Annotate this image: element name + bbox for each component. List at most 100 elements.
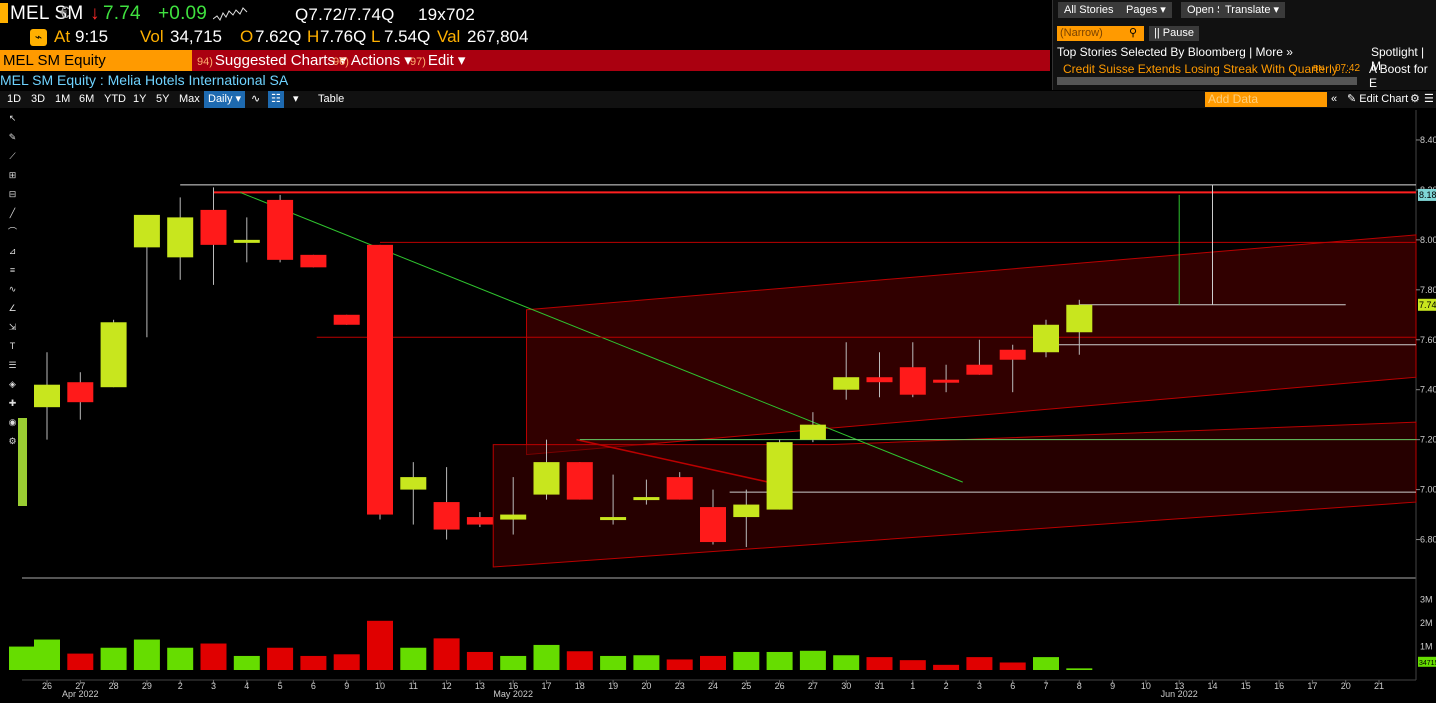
y-tick-label: 7.00 — [1420, 485, 1436, 495]
candle-body — [367, 244, 393, 515]
top-price-badge-label: 8.18 — [1419, 190, 1436, 200]
volume-bar — [133, 639, 160, 670]
month-label: May 2022 — [493, 689, 533, 699]
x-tick-label: 29 — [142, 681, 152, 691]
volume-bar — [666, 659, 693, 670]
candle-body — [1066, 304, 1093, 333]
x-tick-label: 17 — [1307, 681, 1317, 691]
x-tick-label: 26 — [42, 681, 52, 691]
volume-bar — [67, 653, 94, 670]
x-tick-label: 23 — [675, 681, 685, 691]
candle-body — [666, 477, 693, 500]
candle-body — [433, 502, 460, 530]
volume-bar — [200, 643, 227, 670]
x-tick-label: 6 — [1010, 681, 1015, 691]
x-tick-label: 10 — [375, 681, 385, 691]
y-tick-label: 8.00 — [1420, 235, 1436, 245]
price-chart[interactable]: 8.408.208.007.807.607.407.207.006.807.74… — [0, 0, 1436, 703]
x-tick-label: 7 — [1043, 681, 1048, 691]
volume-bar — [733, 651, 760, 670]
volume-bar — [999, 662, 1026, 670]
candle-body — [200, 209, 227, 245]
volume-bar — [766, 651, 793, 670]
y-tick-label: 7.20 — [1420, 435, 1436, 445]
x-tick-label: 31 — [874, 681, 884, 691]
x-tick-label: 20 — [641, 681, 651, 691]
candle-body — [633, 497, 660, 501]
volume-tick-label: 3M — [1420, 595, 1433, 605]
volume-bar — [466, 651, 493, 670]
candle-body — [533, 462, 560, 495]
x-tick-label: 2 — [178, 681, 183, 691]
x-tick-label: 28 — [109, 681, 119, 691]
candle-body — [933, 379, 960, 383]
volume-bar — [566, 651, 593, 670]
candle-body — [733, 504, 760, 518]
y-tick-label: 6.80 — [1420, 535, 1436, 545]
x-tick-label: 30 — [841, 681, 851, 691]
x-tick-label: 24 — [708, 681, 718, 691]
x-tick-label: 6 — [311, 681, 316, 691]
candle-body — [700, 507, 726, 543]
volume-bar — [34, 639, 60, 670]
volume-bar — [100, 647, 127, 670]
x-tick-label: 3 — [211, 681, 216, 691]
volume-bar — [966, 657, 993, 670]
y-tick-label: 7.80 — [1420, 285, 1436, 295]
x-tick-label: 4 — [244, 681, 249, 691]
volume-bar — [233, 655, 260, 670]
x-tick-label: 9 — [1110, 681, 1115, 691]
volume-bar — [333, 654, 360, 670]
candle-body — [100, 322, 127, 388]
month-label: Jun 2022 — [1161, 689, 1198, 699]
volume-last-label: 34715 — [1419, 660, 1436, 667]
x-tick-label: 9 — [344, 681, 349, 691]
volume-bar — [700, 655, 726, 670]
candle-body — [300, 254, 327, 268]
candle-body — [233, 239, 260, 243]
x-tick-label: 13 — [475, 681, 485, 691]
candle-body — [966, 364, 993, 375]
candle-body — [799, 424, 826, 440]
x-tick-label: 5 — [278, 681, 283, 691]
x-tick-label: 1 — [910, 681, 915, 691]
x-tick-label: 17 — [541, 681, 551, 691]
volume-bar — [500, 655, 527, 670]
candle-body — [866, 377, 893, 383]
candle-body — [566, 462, 593, 500]
volume-bar — [833, 655, 860, 670]
candle-body — [333, 314, 360, 325]
y-tick-label: 7.60 — [1420, 335, 1436, 345]
x-tick-label: 10 — [1141, 681, 1151, 691]
candle-body — [67, 382, 94, 403]
x-tick-label: 11 — [409, 681, 418, 691]
candle-body — [34, 384, 60, 408]
volume-bar — [899, 660, 926, 670]
x-tick-label: 19 — [608, 681, 618, 691]
volume-bar — [433, 638, 460, 670]
x-tick-label: 15 — [1241, 681, 1251, 691]
last-price-badge-label: 7.74 — [1419, 300, 1436, 310]
x-tick-label: 25 — [741, 681, 751, 691]
candle-body — [267, 199, 294, 260]
volume-bar — [167, 647, 194, 670]
volume-bar — [799, 650, 826, 670]
volume-bar — [300, 655, 327, 670]
x-tick-label: 26 — [775, 681, 785, 691]
candle-body — [899, 367, 926, 395]
candle-body — [500, 514, 527, 520]
month-label: Apr 2022 — [62, 689, 99, 699]
x-tick-label: 21 — [1374, 681, 1384, 691]
candle-body — [1033, 324, 1059, 353]
volume-bar — [633, 655, 660, 670]
candle-body — [133, 214, 160, 248]
y-tick-label: 8.40 — [1420, 135, 1436, 145]
volume-bar — [400, 647, 427, 670]
volume-bar — [9, 646, 35, 670]
x-tick-label: 2 — [944, 681, 949, 691]
candle-body — [400, 477, 427, 490]
volume-bar — [600, 655, 627, 670]
volume-bar — [533, 644, 560, 670]
candle-body — [999, 349, 1026, 360]
volume-bar — [866, 657, 893, 670]
